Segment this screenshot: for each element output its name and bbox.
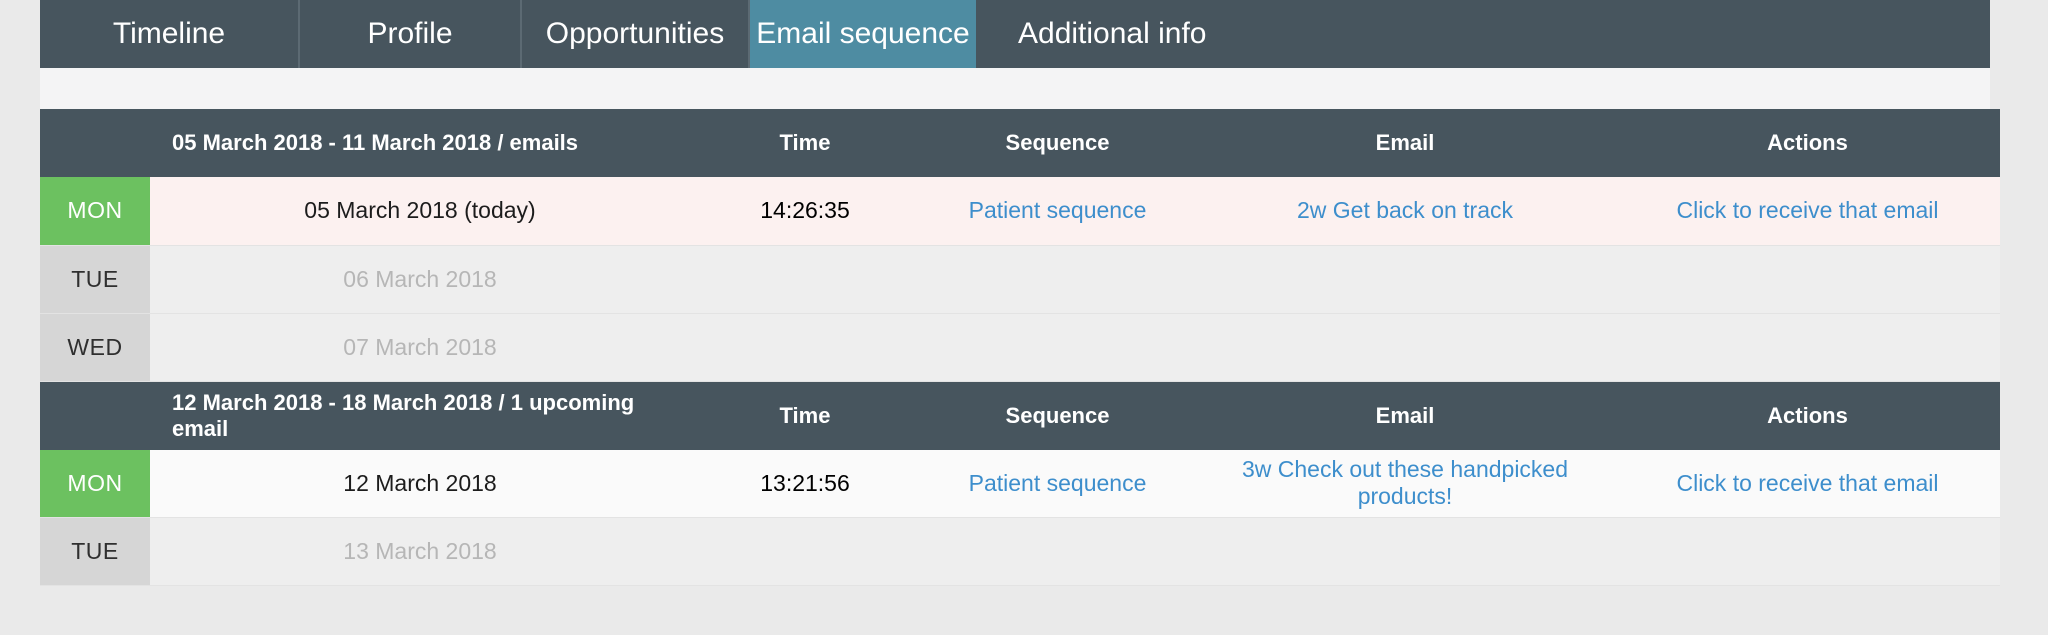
- column-header-actions: Actions: [1615, 109, 2000, 177]
- day-badge: TUE: [40, 517, 150, 586]
- row-sequence: [920, 245, 1195, 314]
- row-actions: [1615, 313, 2000, 382]
- receive-email-link[interactable]: Click to receive that email: [1676, 470, 1938, 496]
- column-header-email: Email: [1195, 381, 1615, 450]
- row-actions: Click to receive that email: [1615, 177, 2000, 246]
- tab-additional-info-label: Additional info: [1018, 17, 1207, 50]
- row-date: 06 March 2018: [150, 245, 690, 314]
- row-email: [1195, 517, 1615, 586]
- week-header-2: 12 March 2018 - 18 March 2018 / 1 upcomi…: [40, 381, 2000, 450]
- tab-additional-info[interactable]: Additional info: [976, 0, 1990, 68]
- row-date: 13 March 2018: [150, 517, 690, 586]
- row-time: [690, 517, 920, 586]
- week-header-row: 05 March 2018 - 11 March 2018 / emails T…: [40, 109, 2000, 177]
- row-sequence: [920, 313, 1195, 382]
- column-header-time: Time: [690, 381, 920, 450]
- week-range-label-2: 12 March 2018 - 18 March 2018 / 1 upcomi…: [150, 381, 690, 450]
- receive-email-link[interactable]: Click to receive that email: [1676, 197, 1938, 223]
- row-actions: [1615, 517, 2000, 586]
- row-time: 13:21:56: [690, 449, 920, 518]
- tab-opportunities[interactable]: Opportunities: [522, 0, 750, 68]
- table-row[interactable]: WED 07 March 2018: [40, 313, 2000, 382]
- email-sequence-tables: 05 March 2018 - 11 March 2018 / emails T…: [40, 109, 2000, 586]
- tab-opportunities-label: Opportunities: [545, 17, 725, 50]
- column-header-sequence: Sequence: [920, 109, 1195, 177]
- row-email: 2w Get back on track: [1195, 177, 1615, 246]
- table-row[interactable]: TUE 13 March 2018: [40, 517, 2000, 586]
- row-date: 07 March 2018: [150, 313, 690, 382]
- row-email: 3w Check out these handpicked products!: [1195, 449, 1615, 518]
- table-row[interactable]: MON 05 March 2018 (today) 14:26:35 Patie…: [40, 177, 2000, 246]
- sequence-link[interactable]: Patient sequence: [969, 470, 1147, 496]
- day-badge: MON: [40, 449, 150, 518]
- week-body-2: MON 12 March 2018 13:21:56 Patient seque…: [40, 449, 2000, 586]
- tab-content-spacer: [40, 68, 1990, 109]
- week-header-1: 05 March 2018 - 11 March 2018 / emails T…: [40, 109, 2000, 177]
- row-time: 14:26:35: [690, 177, 920, 246]
- column-header-actions: Actions: [1615, 381, 2000, 450]
- email-link[interactable]: 2w Get back on track: [1297, 197, 1513, 223]
- tab-timeline-label: Timeline: [112, 17, 226, 50]
- tab-profile-label: Profile: [367, 17, 453, 50]
- tab-bar: Timeline Profile Opportunities Email seq…: [40, 0, 1990, 68]
- column-header-sequence: Sequence: [920, 381, 1195, 450]
- tab-email-sequence-label: Email sequence: [756, 17, 970, 50]
- email-sequence-page: Timeline Profile Opportunities Email seq…: [0, 0, 2048, 635]
- week-header-spacer: [40, 109, 150, 177]
- row-date: 12 March 2018: [150, 449, 690, 518]
- sequence-link[interactable]: Patient sequence: [969, 197, 1147, 223]
- row-time: [690, 313, 920, 382]
- row-sequence: Patient sequence: [920, 449, 1195, 518]
- row-actions: [1615, 245, 2000, 314]
- week-table-1: 05 March 2018 - 11 March 2018 / emails T…: [40, 109, 2000, 382]
- tab-profile[interactable]: Profile: [300, 0, 522, 68]
- week-body-1: MON 05 March 2018 (today) 14:26:35 Patie…: [40, 177, 2000, 382]
- row-email: [1195, 245, 1615, 314]
- table-row[interactable]: TUE 06 March 2018: [40, 245, 2000, 314]
- day-badge: WED: [40, 313, 150, 382]
- week-range-label-1: 05 March 2018 - 11 March 2018 / emails: [150, 109, 690, 177]
- column-header-email: Email: [1195, 109, 1615, 177]
- email-link[interactable]: 3w Check out these handpicked products!: [1242, 456, 1568, 509]
- row-sequence: Patient sequence: [920, 177, 1195, 246]
- table-row[interactable]: MON 12 March 2018 13:21:56 Patient seque…: [40, 449, 2000, 518]
- row-sequence: [920, 517, 1195, 586]
- week-header-row: 12 March 2018 - 18 March 2018 / 1 upcomi…: [40, 381, 2000, 450]
- column-header-time: Time: [690, 109, 920, 177]
- day-badge: MON: [40, 177, 150, 246]
- tab-timeline[interactable]: Timeline: [40, 0, 300, 68]
- week-table-2: 12 March 2018 - 18 March 2018 / 1 upcomi…: [40, 381, 2000, 586]
- row-email: [1195, 313, 1615, 382]
- row-date: 05 March 2018 (today): [150, 177, 690, 246]
- day-badge: TUE: [40, 245, 150, 314]
- row-actions: Click to receive that email: [1615, 449, 2000, 518]
- row-time: [690, 245, 920, 314]
- tab-email-sequence[interactable]: Email sequence: [750, 0, 976, 68]
- week-header-spacer: [40, 381, 150, 450]
